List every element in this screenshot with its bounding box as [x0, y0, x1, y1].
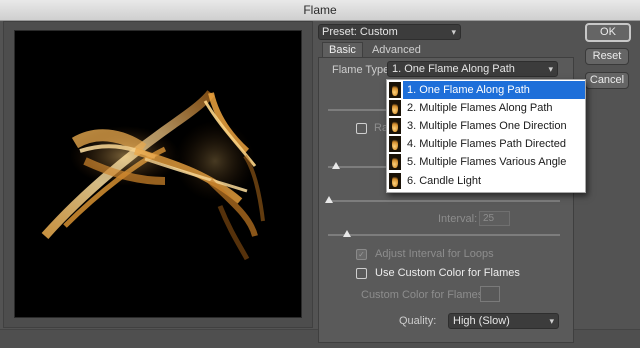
flame-type-dropdown-menu: 1. One Flame Along Path 2. Multiple Flam…	[386, 79, 586, 193]
window-title-bar: Flame	[0, 0, 640, 21]
flame-preview-image	[14, 30, 302, 318]
quality-label: Quality:	[399, 315, 437, 327]
interval-field[interactable]: 25	[479, 211, 510, 226]
interval-slider-thumb[interactable]	[343, 230, 351, 237]
flame-type-select-value: 1. One Flame Along Path	[392, 63, 515, 75]
flame-thumbnail-icon	[389, 173, 401, 189]
angle-slider-thumb[interactable]	[325, 196, 333, 203]
flame-type-option-label: 5. Multiple Flames Various Angle	[407, 156, 567, 168]
tab-advanced[interactable]: Advanced	[366, 43, 427, 57]
quality-select[interactable]: High (Slow) ▾	[448, 313, 559, 329]
flame-thumbnail-icon	[389, 118, 401, 134]
angle-slider-track[interactable]	[328, 200, 560, 202]
chevron-down-icon: ▾	[548, 64, 553, 74]
flame-type-option[interactable]: 3. Multiple Flames One Direction	[387, 117, 585, 135]
flame-type-option[interactable]: 5. Multiple Flames Various Angle	[387, 153, 585, 171]
flame-type-option[interactable]: 4. Multiple Flames Path Directed	[387, 135, 585, 153]
custom-color-field-label: Custom Color for Flames:	[361, 289, 487, 301]
flame-type-select[interactable]: 1. One Flame Along Path ▾	[387, 61, 558, 77]
cancel-button[interactable]: Cancel	[585, 72, 629, 89]
width-slider-thumb[interactable]	[332, 162, 340, 169]
tab-basic[interactable]: Basic	[322, 42, 363, 57]
flame-type-option-label: 3. Multiple Flames One Direction	[407, 120, 567, 132]
flame-type-option[interactable]: 1. One Flame Along Path	[387, 81, 585, 99]
flame-thumbnail-icon	[389, 82, 401, 98]
length-slider-track[interactable]	[328, 109, 386, 111]
reset-button[interactable]: Reset	[585, 48, 629, 65]
flame-type-option-label: 6. Candle Light	[407, 175, 481, 187]
adjust-interval-checkbox[interactable]: ✓	[356, 249, 367, 260]
window-title: Flame	[303, 3, 337, 17]
flame-type-option-label: 1. One Flame Along Path	[407, 84, 530, 96]
flame-type-option-label: 2. Multiple Flames Along Path	[407, 102, 553, 114]
flame-thumbnail-icon	[389, 100, 401, 116]
chevron-down-icon: ▾	[549, 316, 554, 326]
flame-thumbnail-icon	[389, 136, 401, 152]
flame-type-option-label: 4. Multiple Flames Path Directed	[407, 138, 566, 150]
flame-type-option[interactable]: 6. Candle Light	[387, 172, 585, 190]
preset-select-value: Preset: Custom	[322, 26, 398, 38]
quality-select-value: High (Slow)	[453, 315, 510, 327]
flame-artwork	[41, 90, 265, 261]
tab-bar: Basic Advanced	[322, 42, 427, 57]
chevron-down-icon: ▾	[451, 27, 456, 37]
flame-type-option[interactable]: 2. Multiple Flames Along Path	[387, 99, 585, 117]
preview-panel	[3, 21, 313, 328]
ok-button[interactable]: OK	[585, 23, 631, 42]
preset-select[interactable]: Preset: Custom ▾	[318, 24, 461, 40]
randomize-checkbox[interactable]	[356, 123, 367, 134]
custom-color-swatch[interactable]	[480, 286, 500, 302]
flame-thumbnail-icon	[389, 154, 401, 170]
adjust-interval-label: Adjust Interval for Loops	[375, 248, 494, 260]
interval-slider-track[interactable]	[328, 234, 560, 236]
flame-strokes	[41, 90, 265, 261]
custom-color-label: Use Custom Color for Flames	[375, 267, 520, 279]
flame-type-label: Flame Type:	[332, 64, 393, 76]
interval-label: Interval:	[438, 213, 478, 225]
custom-color-checkbox[interactable]	[356, 268, 367, 279]
